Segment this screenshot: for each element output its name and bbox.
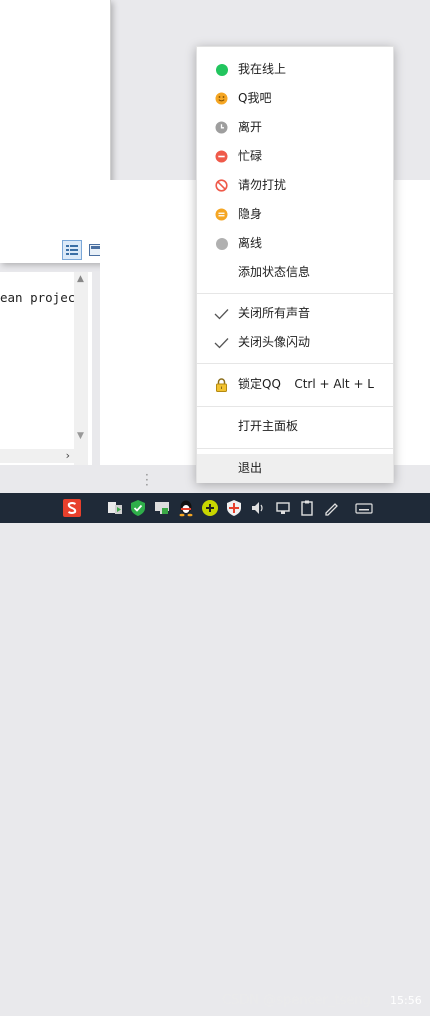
- menu-item-label: 我在线上: [238, 62, 287, 76]
- menu-item-online[interactable]: 我在线上: [197, 55, 393, 84]
- menu-item-invisible[interactable]: 隐身: [197, 200, 393, 229]
- busy-icon: [214, 149, 229, 164]
- menu-item-label: 离开: [238, 120, 263, 134]
- menu-item-label: 隐身: [238, 207, 263, 221]
- keyboard-icon[interactable]: [355, 499, 373, 517]
- menu-item-label: 请勿打扰: [238, 178, 287, 192]
- menu-item-label: 离线: [238, 236, 263, 250]
- csdn-watermark: CSDN @spencer_tseng: [222, 993, 371, 1008]
- invisible-icon: [214, 207, 229, 222]
- list-view-icon: [66, 245, 78, 255]
- sogou-input-icon[interactable]: [63, 499, 81, 517]
- shield-tray-icon[interactable]: [225, 499, 243, 517]
- checkmark-icon: [214, 335, 229, 350]
- network-icon[interactable]: [274, 499, 292, 517]
- device-transfer-icon[interactable]: [106, 499, 124, 517]
- menu-item-do-not-disturb[interactable]: 请勿打扰: [197, 171, 393, 200]
- menu-separator: [197, 448, 393, 449]
- menu-item-q-me[interactable]: Q我吧: [197, 84, 393, 113]
- menu-item-label: Q我吧: [238, 91, 272, 105]
- smiley-icon: [214, 91, 229, 106]
- menu-item-busy[interactable]: 忙碌: [197, 142, 393, 171]
- menu-item-mute-all[interactable]: 关闭所有声音: [197, 299, 393, 328]
- scroll-up-icon[interactable]: ▲: [77, 274, 84, 284]
- code-editor: ean projec ▲ ▼ ›: [0, 272, 92, 465]
- menu-item-label: 关闭头像闪动: [238, 335, 311, 349]
- menu-item-offline[interactable]: 离线: [197, 229, 393, 258]
- background-window: [0, 0, 111, 263]
- menu-item-label: 关闭所有声音: [238, 306, 311, 320]
- menu-item-label: 打开主面板: [238, 419, 299, 433]
- lock-icon: [214, 377, 229, 392]
- do-not-disturb-icon: [214, 178, 229, 193]
- menu-item-label: 锁定QQ: [238, 377, 281, 391]
- menu-item-label: 忙碌: [238, 149, 263, 163]
- menu-item-label: 添加状态信息: [238, 265, 311, 279]
- code-line: ean projec: [0, 290, 76, 305]
- menu-separator: [197, 293, 393, 294]
- taskbar-clock[interactable]: 15:56: [390, 986, 422, 1016]
- clipboard-icon[interactable]: [298, 499, 316, 517]
- taskbar: CSDN @spencer_tseng 15:56: [0, 493, 430, 1008]
- vertical-scrollbar[interactable]: ▲ ▼: [74, 272, 88, 465]
- horizontal-scrollbar[interactable]: ›: [0, 449, 74, 463]
- menu-item-no-avatar-flash[interactable]: 关闭头像闪动: [197, 328, 393, 357]
- menu-item-lock-qq[interactable]: 锁定QQ Ctrl + Alt + L: [197, 370, 393, 399]
- menu-item-away[interactable]: 离开: [197, 113, 393, 142]
- security-shield-icon[interactable]: [129, 499, 147, 517]
- network-monitor-icon[interactable]: [153, 499, 171, 517]
- list-view-button[interactable]: [62, 240, 82, 260]
- menu-separator: [197, 406, 393, 407]
- online-dot-icon: [214, 62, 229, 77]
- wechat-plus-icon[interactable]: [201, 499, 219, 517]
- volume-icon[interactable]: [249, 499, 267, 517]
- scroll-right-icon[interactable]: ›: [66, 449, 70, 462]
- menu-item-open-main-panel[interactable]: 打开主面板: [197, 412, 393, 441]
- splitter-handle[interactable]: · · ·: [145, 469, 149, 491]
- clock-icon: [214, 120, 229, 135]
- menu-item-label: 退出: [238, 461, 263, 475]
- status-context-menu: 我在线上 Q我吧 离开 忙碌 请勿打扰 隐身 离线 添加状态信息 关闭所有声音 …: [196, 46, 394, 483]
- menu-separator: [197, 363, 393, 364]
- menu-item-exit[interactable]: 退出: [197, 454, 393, 483]
- scroll-down-icon[interactable]: ▼: [77, 431, 84, 441]
- checkmark-icon: [214, 306, 229, 321]
- offline-dot-icon: [214, 236, 229, 251]
- qq-penguin-icon[interactable]: [177, 499, 195, 517]
- lock-shortcut-text: Ctrl + Alt + L: [294, 377, 374, 391]
- pen-icon[interactable]: [322, 499, 340, 517]
- menu-item-add-status[interactable]: 添加状态信息: [197, 258, 393, 287]
